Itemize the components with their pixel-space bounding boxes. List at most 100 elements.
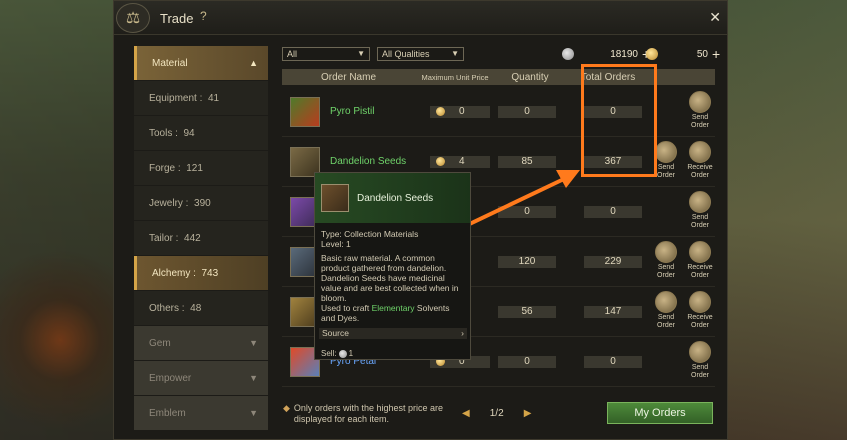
send-order-button[interactable]: Send Order (685, 341, 715, 380)
sidebar-item-label: Alchemy (152, 267, 191, 279)
sidebar-item-label: Tools (149, 127, 173, 139)
quantity-cell: 56 (498, 305, 556, 318)
quality-dropdown[interactable]: All Qualities ▼ (377, 47, 464, 61)
receive-order-button[interactable]: Receive Order (685, 141, 715, 180)
next-page-icon[interactable]: ▶ (524, 408, 532, 419)
sidebar-item-count: 390 (194, 197, 211, 209)
tooltip-usage: Used to craft Elementary Solvents and Dy… (321, 303, 464, 323)
sidebar-item-label: Empower (149, 372, 192, 384)
sidebar-item-empower[interactable]: Empower ▼ (134, 361, 268, 395)
trade-emblem-icon: ⚖ (116, 3, 150, 33)
receive-order-label: Receive Order (687, 164, 713, 179)
header-max-price: Maximum Unit Price (421, 72, 489, 82)
sidebar-item-tools[interactable]: Tools : 94 (134, 116, 268, 150)
row-actions: Send Order (685, 191, 715, 230)
close-icon[interactable]: ✕ (709, 9, 721, 26)
tooltip-body: Type: Collection Materials Level: 1 Basi… (315, 223, 470, 329)
pyro-pistil-icon (290, 96, 320, 127)
add-gold-button[interactable]: + (712, 46, 720, 62)
tooltip-description: Basic raw material. A common product gat… (321, 253, 459, 303)
sidebar-item-label: Others (149, 302, 180, 314)
row-actions: Send Order Receive Order (651, 291, 715, 330)
receive-order-button[interactable]: Receive Order (685, 291, 715, 330)
silver-coin-icon (338, 349, 347, 358)
send-order-label: Send Order (691, 364, 709, 379)
category-sidebar: Material ▲ Equipment : 41 Tools : 94 For… (134, 46, 268, 431)
sidebar-item-count: 48 (190, 302, 202, 314)
header-quantity: Quantity (511, 71, 549, 83)
my-orders-button[interactable]: My Orders (607, 402, 713, 424)
send-order-label: Send Order (691, 214, 709, 229)
sidebar-item-forge[interactable]: Forge : 121 (134, 151, 268, 185)
row-actions: Send Order (685, 91, 715, 130)
scroll-icon (689, 191, 711, 213)
tooltip-type: Type: Collection Materials (321, 229, 419, 239)
gold-coin-icon (436, 157, 445, 166)
info-icon: ◆ (283, 403, 290, 413)
help-icon[interactable]: ? (200, 9, 214, 23)
tooltip-item-name: Dandelion Seeds (357, 192, 434, 204)
gold-amount: 50 (696, 48, 708, 60)
chevron-down-icon: ▼ (249, 373, 258, 383)
tooltip-usage-prefix: Used to craft (321, 303, 372, 313)
row-actions: Send Order Receive Order (651, 141, 715, 180)
send-order-label: Send Order (657, 264, 675, 279)
sidebar-item-label: Gem (149, 337, 171, 349)
sidebar-item-material[interactable]: Material ▲ (134, 46, 268, 80)
sidebar-item-label: Material (152, 57, 188, 69)
category-dropdown[interactable]: All ▼ (282, 47, 370, 61)
send-order-button[interactable]: Send Order (651, 291, 681, 330)
sidebar-item-gem[interactable]: Gem ▼ (134, 326, 268, 360)
price-value: 4 (459, 155, 465, 167)
sidebar-item-equipment[interactable]: Equipment : 41 (134, 81, 268, 115)
quantity-cell: 120 (498, 255, 556, 268)
silver-balance: 18190 + (562, 46, 650, 62)
send-order-button[interactable]: Send Order (685, 91, 715, 130)
sidebar-item-count: 41 (207, 92, 220, 104)
tooltip-header: Dandelion Seeds (315, 173, 470, 223)
quantity-cell: 0 (498, 105, 556, 118)
chevron-up-icon: ▲ (249, 58, 258, 68)
scroll-icon (689, 91, 711, 113)
tooltip-source-label: Source (322, 328, 349, 338)
header-order-name: Order Name (320, 71, 376, 83)
gold-coin-icon (646, 48, 658, 60)
scroll-icon (689, 141, 711, 163)
scroll-icon (655, 291, 677, 313)
gold-coin-icon (436, 107, 445, 116)
background-right (717, 0, 847, 440)
receive-order-label: Receive Order (687, 264, 713, 279)
window-title: Trade (160, 11, 194, 26)
sidebar-item-emblem[interactable]: Emblem ▼ (134, 396, 268, 430)
total-cell: 147 (584, 305, 642, 318)
silver-amount: 18190 (610, 48, 638, 60)
sidebar-item-count: 121 (186, 162, 203, 174)
tooltip-source-row[interactable]: Source › (319, 328, 467, 339)
sidebar-item-jewelry[interactable]: Jewelry : 390 (134, 186, 268, 220)
tooltip-sell-label: Sell: (321, 349, 337, 358)
sidebar-item-alchemy[interactable]: Alchemy : 743 (134, 256, 268, 290)
sidebar-item-tailor[interactable]: Tailor : 442 (134, 221, 268, 255)
quality-dropdown-value: All Qualities (382, 49, 430, 59)
total-orders-highlight-box (581, 64, 657, 177)
scroll-icon (655, 141, 677, 163)
tooltip-sell-value: 1 (348, 349, 354, 358)
receive-order-button[interactable]: Receive Order (685, 241, 715, 280)
sidebar-item-count: 442 (184, 232, 201, 244)
send-order-label: Send Order (657, 314, 675, 329)
row-actions: Send Order Receive Order (651, 241, 715, 280)
sidebar-item-others[interactable]: Others : 48 (134, 291, 268, 325)
tooltip-sell: Sell: 1 (321, 349, 353, 358)
chevron-down-icon: ▼ (357, 49, 365, 58)
item-name: Dandelion Seeds (330, 156, 407, 167)
sidebar-item-count: 94 (183, 127, 195, 139)
scroll-icon (689, 341, 711, 363)
scroll-icon (689, 291, 711, 313)
send-order-button[interactable]: Send Order (651, 241, 681, 280)
pagination: ◀ 1/2 ▶ (462, 408, 531, 419)
send-order-label: Send Order (691, 114, 709, 129)
sidebar-item-label: Emblem (149, 407, 186, 419)
tooltip-level: Level: 1 (321, 239, 351, 249)
send-order-button[interactable]: Send Order (685, 191, 715, 230)
prev-page-icon[interactable]: ◀ (462, 408, 470, 419)
